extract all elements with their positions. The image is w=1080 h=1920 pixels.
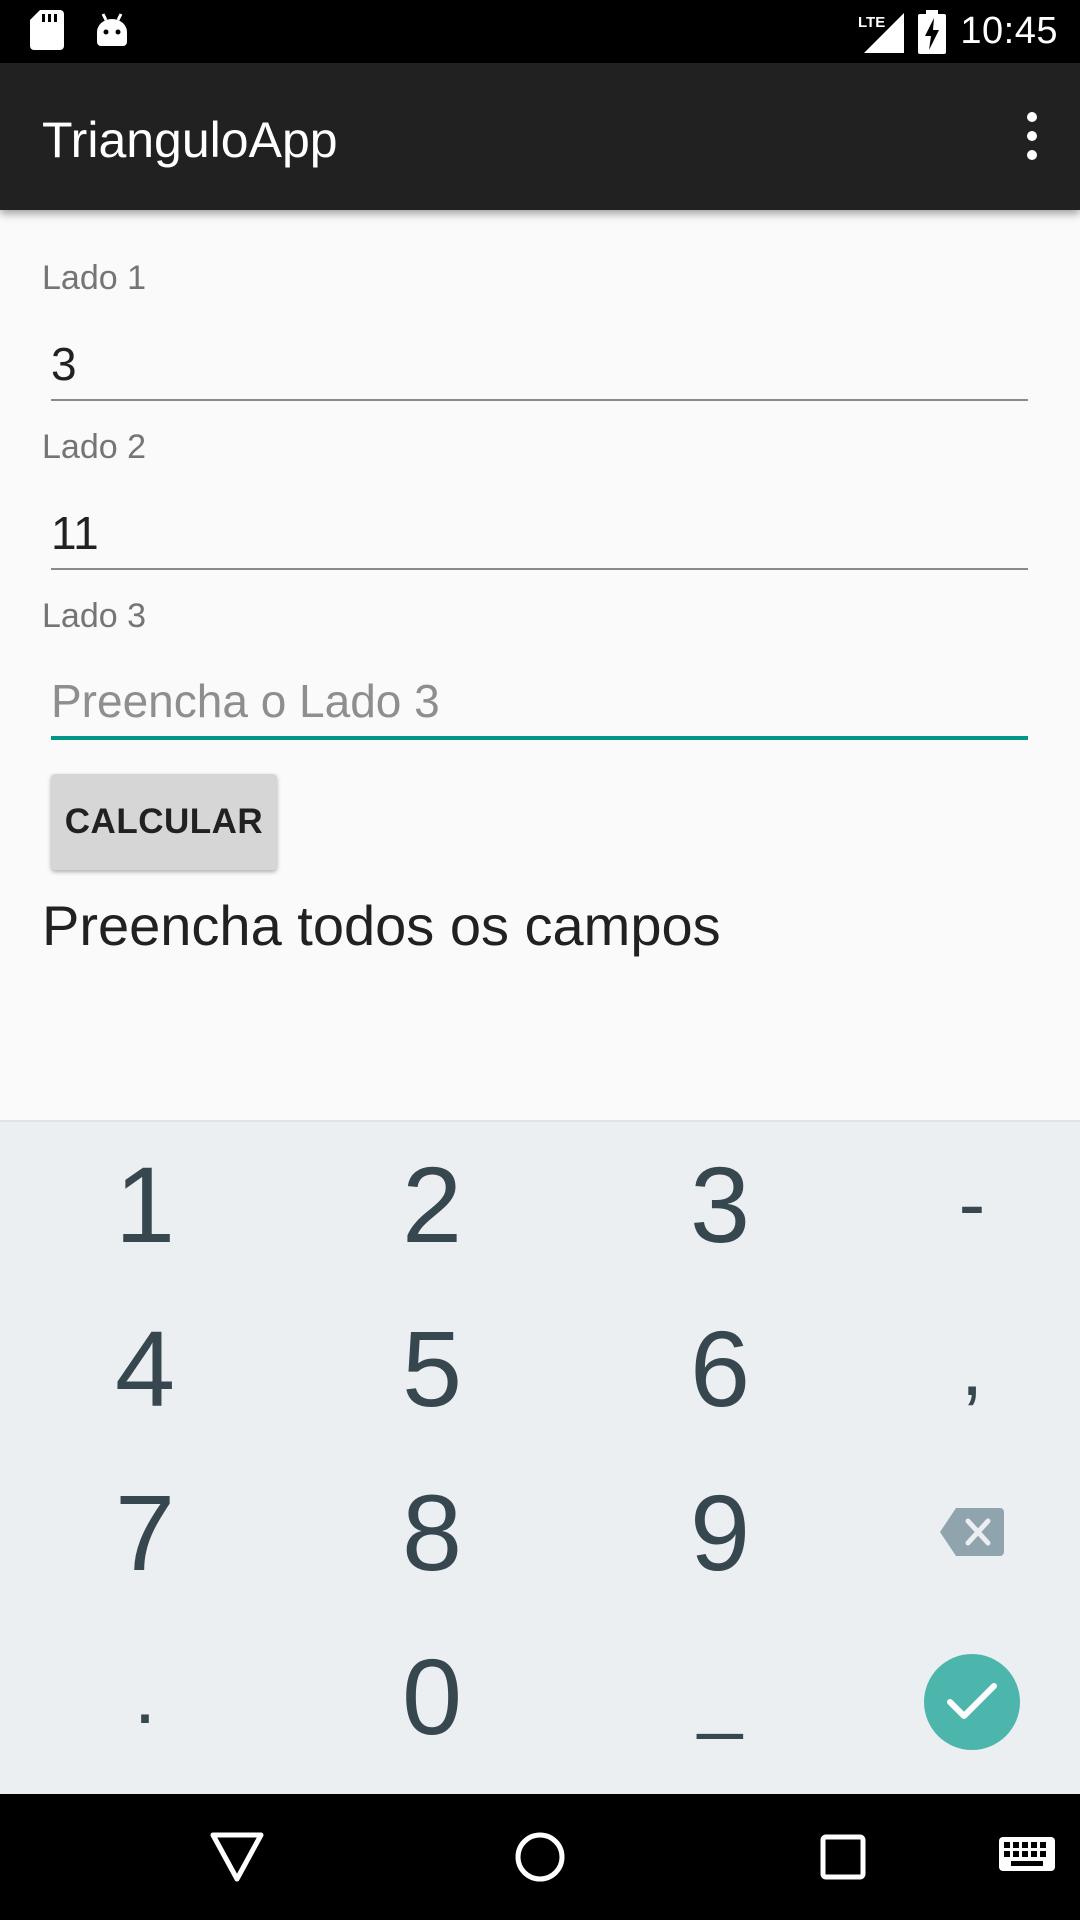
checkmark-icon: [947, 1683, 997, 1719]
recents-icon: [820, 1834, 866, 1880]
status-left-icons: [30, 10, 130, 50]
status-right-icons: LTE 10:45: [858, 0, 1058, 63]
backspace-icon: [940, 1508, 1004, 1556]
lte-signal-icon: LTE: [858, 12, 905, 53]
home-button[interactable]: [507, 1824, 573, 1890]
overflow-menu-icon[interactable]: [1002, 103, 1062, 169]
app-title: TrianguloApp: [42, 112, 338, 168]
sd-card-icon: [30, 10, 64, 50]
side1-input[interactable]: [51, 329, 1028, 401]
home-icon: [515, 1832, 565, 1882]
side3-label: Lado 3: [42, 597, 146, 635]
overflow-dot: [1027, 150, 1037, 160]
backspace-key[interactable]: [837, 1450, 1080, 1614]
key-0[interactable]: 0: [297, 1614, 567, 1778]
app-bar: TrianguloApp: [0, 63, 1080, 210]
key-2[interactable]: 2: [297, 1122, 567, 1286]
side2-input[interactable]: [51, 498, 1028, 570]
key-4[interactable]: 4: [10, 1286, 280, 1450]
side3-input[interactable]: [51, 666, 1028, 740]
numeric-keyboard: 1 2 3 - 4 5 6 , 7 8 9 . 0 _: [0, 1120, 1080, 1796]
status-bar: LTE 10:45: [0, 0, 1080, 63]
navigation-bar: [0, 1794, 1080, 1920]
android-icon: [97, 13, 127, 46]
side1-label: Lado 1: [42, 259, 146, 297]
recents-button[interactable]: [810, 1824, 876, 1890]
key-3[interactable]: 3: [585, 1122, 855, 1286]
key-space[interactable]: _: [585, 1614, 855, 1778]
key-5[interactable]: 5: [297, 1286, 567, 1450]
calculate-button[interactable]: CALCULAR: [51, 774, 277, 870]
key-6[interactable]: 6: [585, 1286, 855, 1450]
status-time: 10:45: [960, 10, 1058, 52]
key-minus[interactable]: -: [837, 1122, 1080, 1286]
key-8[interactable]: 8: [297, 1450, 567, 1614]
key-7[interactable]: 7: [10, 1450, 280, 1614]
key-period[interactable]: .: [10, 1614, 280, 1778]
back-button[interactable]: [204, 1824, 270, 1890]
keyboard-switch-button[interactable]: [997, 1824, 1057, 1890]
side2-label: Lado 2: [42, 428, 146, 466]
result-message: Preencha todos os campos: [42, 894, 721, 957]
lte-label: LTE: [858, 14, 885, 31]
key-9[interactable]: 9: [585, 1450, 855, 1614]
overflow-dot: [1027, 112, 1037, 122]
battery-charging-icon: [918, 9, 947, 54]
overflow-dot: [1027, 131, 1037, 141]
key-comma[interactable]: ,: [837, 1286, 1080, 1450]
keyboard-switch-icon: [999, 1837, 1055, 1871]
back-icon: [210, 1832, 264, 1882]
enter-key[interactable]: [924, 1654, 1020, 1750]
key-1[interactable]: 1: [10, 1122, 280, 1286]
